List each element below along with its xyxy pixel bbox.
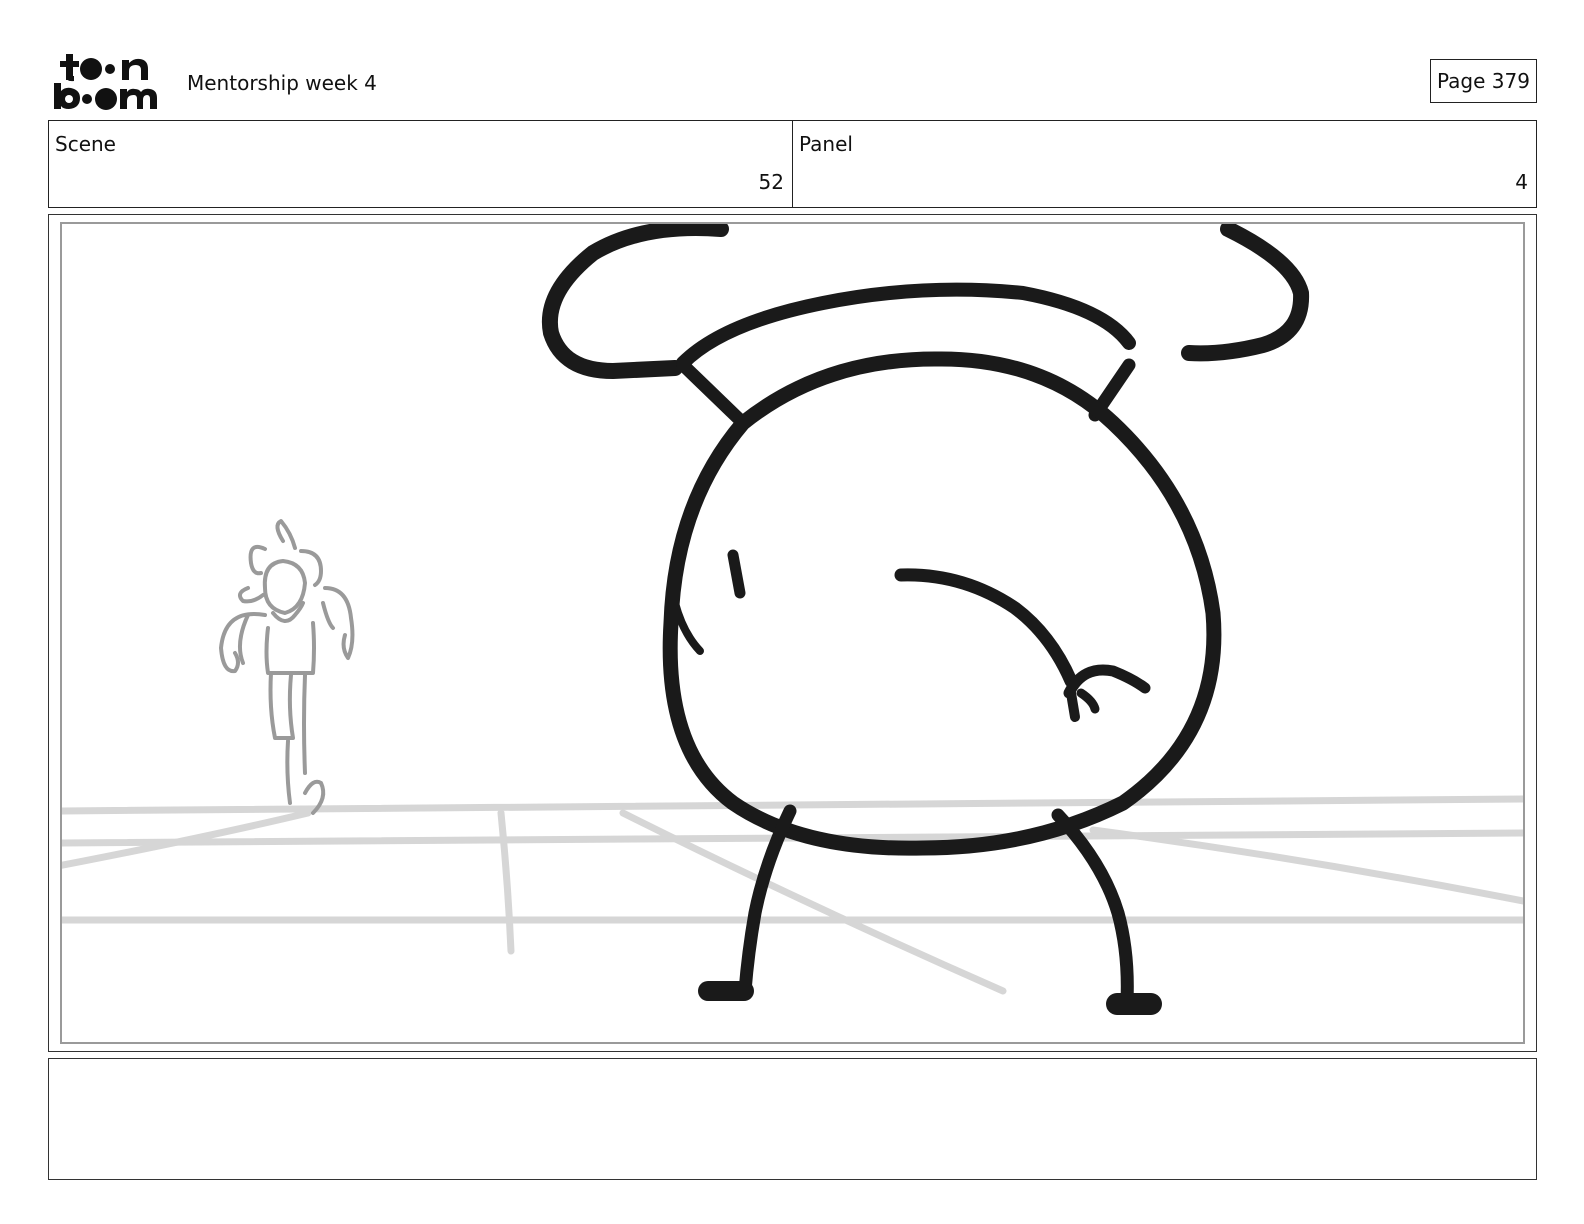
panel-number: 4 bbox=[1515, 170, 1528, 194]
storyboard-panel-frame bbox=[48, 214, 1537, 1052]
storyboard-panel-image bbox=[60, 222, 1525, 1044]
scene-panel-info: Scene 52 Panel 4 bbox=[48, 120, 1537, 208]
panel-cell: Panel 4 bbox=[793, 121, 1536, 207]
panel-notes-box bbox=[48, 1058, 1537, 1180]
document-title: Mentorship week 4 bbox=[187, 71, 377, 95]
character-feet bbox=[698, 981, 1162, 1015]
scene-label: Scene bbox=[55, 132, 116, 156]
toon-boom-logo bbox=[54, 54, 157, 110]
page-number: Page 379 bbox=[1430, 59, 1537, 103]
main-character bbox=[542, 224, 1310, 1008]
scene-number: 52 bbox=[758, 170, 784, 194]
panel-label: Panel bbox=[799, 132, 853, 156]
background-character bbox=[219, 519, 355, 815]
storyboard-sketch-drawing bbox=[62, 224, 1523, 1015]
scene-cell: Scene 52 bbox=[49, 121, 793, 207]
